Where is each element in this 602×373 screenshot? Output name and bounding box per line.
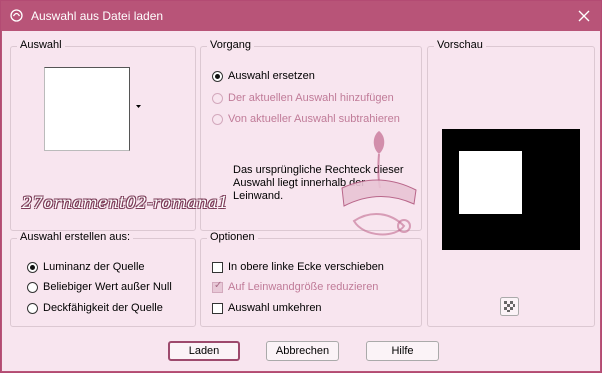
radio-button[interactable] — [212, 70, 223, 82]
checkbox — [212, 280, 223, 293]
radio-button[interactable] — [27, 281, 38, 293]
checkbox[interactable] — [212, 261, 223, 273]
group-auswahl-title: Auswahl — [17, 39, 65, 51]
radio-button[interactable] — [27, 302, 38, 314]
help-button[interactable]: Hilfe — [366, 341, 439, 361]
watermark-text: 27ornament02-romana1 — [22, 193, 229, 212]
radio-label: Luminanz der Quelle — [43, 261, 145, 273]
radio-label: Der aktuellen Auswahl hinzufügen — [228, 92, 394, 104]
radio-label: Deckfähigkeit der Quelle — [43, 302, 163, 314]
group-vorgang-title: Vorgang — [207, 39, 254, 51]
app-icon — [10, 9, 23, 22]
check-invert-selection[interactable]: Auswahl umkehren — [212, 302, 322, 314]
load-button[interactable]: Laden — [168, 341, 240, 361]
group-vorschau: Vorschau — [427, 39, 595, 327]
check-move-top-left[interactable]: In obere linke Ecke verschieben — [212, 261, 384, 273]
radio-label: Beliebiger Wert außer Null — [43, 281, 172, 293]
selection-thumbnail[interactable] — [44, 67, 130, 151]
preview-canvas — [442, 129, 580, 250]
radio-button — [212, 92, 223, 104]
cancel-button[interactable]: Abbrechen — [266, 341, 339, 361]
group-vorschau-title: Vorschau — [434, 39, 486, 51]
dropdown-arrow-icon[interactable] — [135, 104, 142, 109]
close-icon[interactable] — [575, 7, 593, 25]
group-erstellen: Auswahl erstellen aus: Luminanz der Quel… — [10, 231, 196, 327]
window-title: Auswahl aus Datei laden — [31, 9, 164, 23]
checkbox[interactable] — [212, 302, 223, 314]
radio-subtract-selection: Von aktueller Auswahl subtrahieren — [212, 113, 400, 125]
radio-luminance[interactable]: Luminanz der Quelle — [27, 261, 145, 273]
radio-nonzero[interactable]: Beliebiger Wert außer Null — [27, 281, 172, 293]
dialog-client: Auswahl Vorgang Auswahl ersetzen Der akt… — [2, 31, 600, 371]
preview-selection-area — [459, 151, 522, 214]
radio-label: Auswahl ersetzen — [228, 70, 315, 82]
watermark-logo — [341, 131, 417, 236]
radio-opacity[interactable]: Deckfähigkeit der Quelle — [27, 302, 163, 314]
dialog-window: Auswahl aus Datei laden Auswahl Vorgang … — [0, 0, 602, 373]
group-optionen: Optionen In obere linke Ecke verschieben… — [200, 231, 422, 327]
checkerboard-icon[interactable] — [500, 297, 519, 316]
radio-label: Von aktueller Auswahl subtrahieren — [228, 113, 400, 125]
group-erstellen-title: Auswahl erstellen aus: — [17, 231, 134, 243]
checkbox-label: Auswahl umkehren — [228, 302, 322, 314]
checkbox-label: In obere linke Ecke verschieben — [228, 261, 384, 273]
group-optionen-title: Optionen — [207, 231, 258, 243]
radio-button[interactable] — [27, 261, 38, 273]
radio-button — [212, 113, 223, 125]
title-bar: Auswahl aus Datei laden — [1, 1, 601, 31]
check-reduce-to-canvas: Auf Leinwandgröße reduzieren — [212, 280, 379, 293]
radio-replace-selection[interactable]: Auswahl ersetzen — [212, 70, 315, 82]
radio-add-selection: Der aktuellen Auswahl hinzufügen — [212, 92, 394, 104]
checkbox-label: Auf Leinwandgröße reduzieren — [228, 281, 379, 293]
